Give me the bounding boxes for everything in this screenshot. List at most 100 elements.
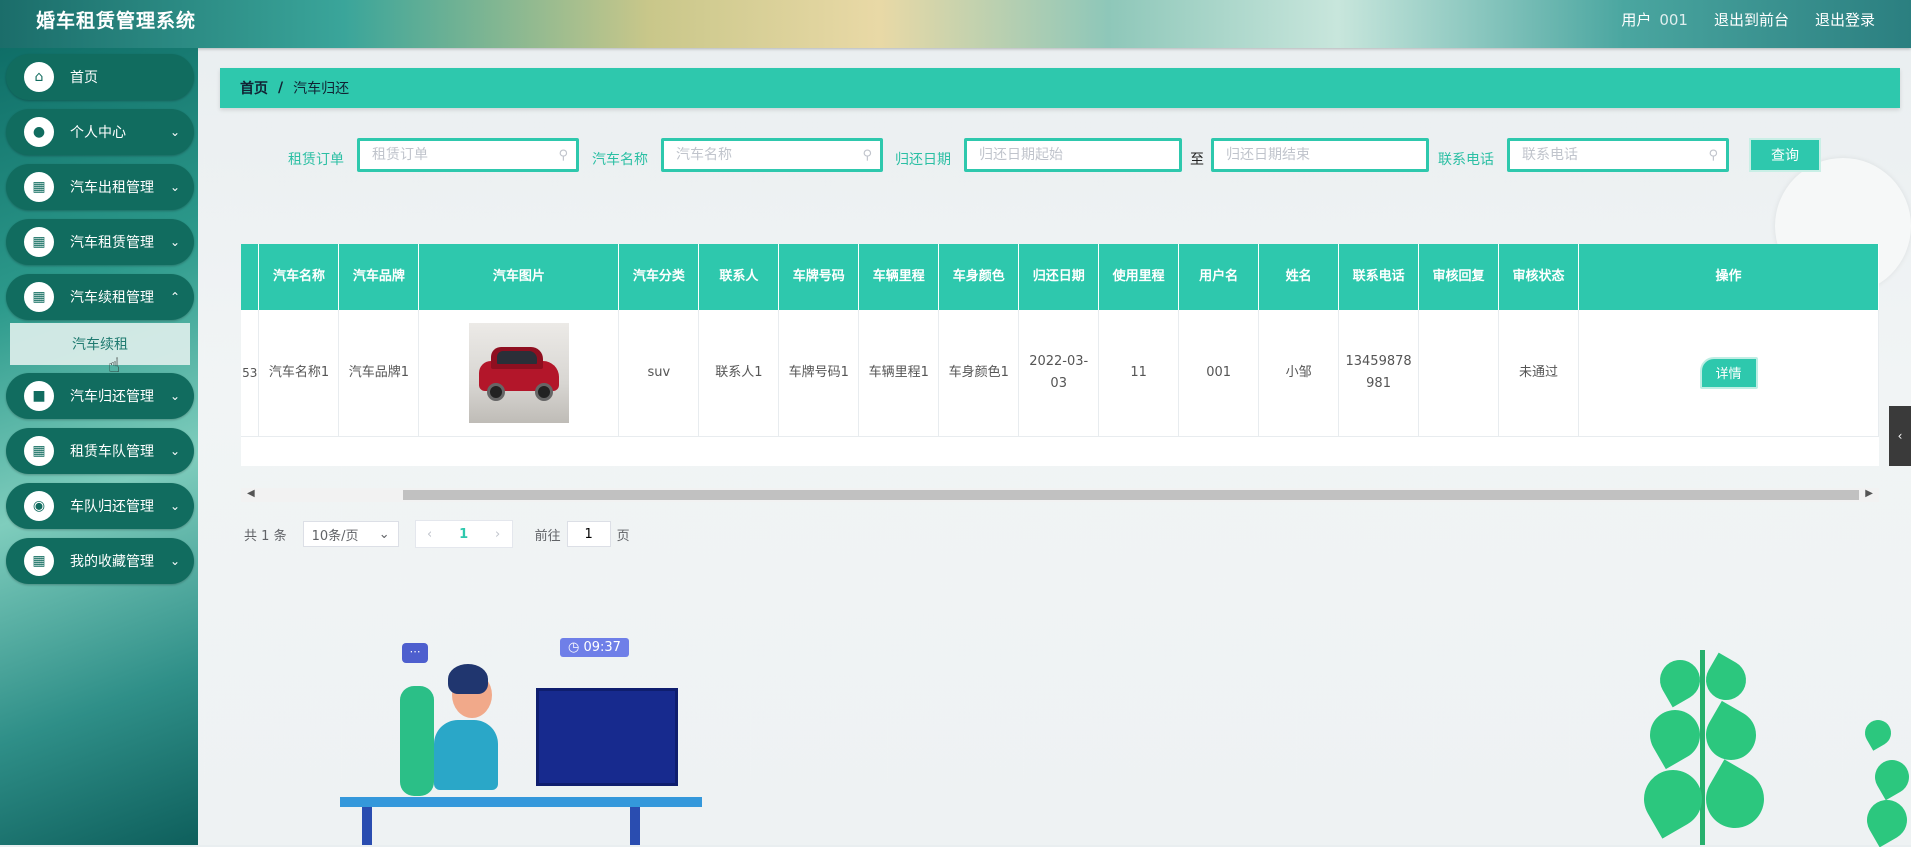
total-count: 1	[261, 528, 270, 544]
table-header: 审核回复	[1418, 244, 1500, 310]
detail-button[interactable]: 详情	[1699, 357, 1758, 389]
grid-icon: ▦	[24, 546, 54, 576]
user-icon: ●	[24, 117, 54, 147]
table-header: 汽车图片	[418, 244, 620, 310]
sidebar: ⌂ 首页 ● 个人中心 ⌄ ▦ 汽车出租管理 ⌄ ▦ 汽车租赁管理 ⌄ ▦ 汽车…	[0, 48, 198, 845]
next-page-button[interactable]: ›	[484, 527, 512, 542]
sidebar-item-label: 汽车租赁管理	[70, 235, 154, 251]
car-name-label: 汽车名称	[592, 152, 648, 168]
person-hair-illustration	[448, 664, 488, 694]
desk-leg-illustration	[362, 807, 372, 845]
table-header: 车牌号码	[778, 244, 860, 310]
user-info: 用户 001	[1621, 9, 1688, 30]
cell-car-brand: 汽车品牌1	[338, 310, 420, 437]
breadcrumb-current: 汽车归还	[293, 81, 350, 97]
chevron-down-icon: ⌄	[169, 389, 180, 403]
sidebar-item-label: 我的收藏管理	[70, 554, 154, 570]
date-end-input[interactable]	[1214, 141, 1426, 169]
plant-illustration-small	[1855, 700, 1911, 847]
car-wheel-rear	[534, 383, 553, 401]
goto-suffix: 页	[616, 528, 630, 544]
phone-label: 联系电话	[1438, 152, 1494, 168]
breadcrumb-separator: /	[278, 80, 284, 96]
time-badge: ◷ 09:37	[560, 638, 629, 657]
desk-leg-illustration	[630, 807, 640, 845]
sidebar-item-label: 个人中心	[70, 125, 126, 141]
chevron-down-icon: ⌄	[169, 125, 180, 139]
total-suffix: 条	[273, 528, 287, 544]
clock-icon: ◷	[568, 640, 580, 655]
table-header: 汽车品牌	[338, 244, 420, 310]
chevron-down-icon: ⌄	[378, 526, 390, 542]
user-value: 001	[1659, 11, 1688, 29]
table-header-row: 汽车名称 汽车品牌 汽车图片 汽车分类 联系人 车牌号码 车辆里程 车身颜色 归…	[241, 244, 1879, 310]
scroll-thumb[interactable]	[403, 490, 1859, 500]
table-header: 联系电话	[1338, 244, 1420, 310]
sidebar-item-label: 汽车归还管理	[70, 389, 154, 405]
chat-icon: ■	[24, 381, 54, 411]
date-start-input[interactable]	[967, 141, 1179, 169]
sidebar-subitem-car-renewal[interactable]: 汽车续租	[10, 323, 190, 365]
table-header-cut	[241, 244, 260, 310]
chat-bubble-icon: ⋯	[402, 643, 428, 663]
sidebar-item-car-return[interactable]: ■ 汽车归还管理 ⌄	[6, 373, 194, 419]
sidebar-item-label: 车队归还管理	[70, 499, 154, 515]
order-label: 租赁订单	[288, 152, 344, 168]
cell-used-mileage: 11	[1098, 310, 1180, 437]
grid-icon: ▦	[24, 436, 54, 466]
briefcase-icon: ▦	[24, 172, 54, 202]
grid-icon: ▦	[24, 227, 54, 257]
page-size-value: 10条/页	[311, 528, 359, 544]
sidebar-item-home[interactable]: ⌂ 首页	[6, 54, 194, 100]
cell-actions: 详情	[1578, 310, 1879, 437]
cell-plate: 车牌号码1	[778, 310, 860, 437]
table-header: 使用里程	[1098, 244, 1180, 310]
cell-mileage: 车辆里程1	[858, 310, 940, 437]
go-front-link[interactable]: 退出到前台	[1714, 9, 1789, 30]
chevron-down-icon: ⌄	[169, 235, 180, 249]
sidebar-item-car-rent-out[interactable]: ▦ 汽车出租管理 ⌄	[6, 164, 194, 210]
car-image	[468, 323, 569, 423]
search-icon: ⚲	[1708, 148, 1718, 163]
side-collapse-handle[interactable]: ‹	[1889, 406, 1911, 466]
plant-stem	[1700, 650, 1705, 845]
cell-car-category: suv	[618, 310, 700, 437]
breadcrumb-home[interactable]: 首页	[240, 78, 268, 98]
query-button[interactable]: 查询	[1749, 138, 1821, 172]
data-table: 汽车名称 汽车品牌 汽车图片 汽车分类 联系人 车牌号码 车辆里程 车身颜色 归…	[241, 244, 1879, 466]
scroll-left-icon[interactable]: ◀	[247, 488, 255, 499]
plant-leaf	[1868, 753, 1911, 801]
user-label: 用户	[1621, 11, 1652, 29]
prev-page-button[interactable]: ‹	[416, 527, 444, 542]
page-number-current[interactable]: 1	[444, 527, 484, 542]
date-start-field-wrap	[964, 138, 1182, 172]
goto-page-input[interactable]	[566, 521, 611, 547]
order-input[interactable]	[360, 141, 576, 169]
sidebar-item-favorites[interactable]: ▦ 我的收藏管理 ⌄	[6, 538, 194, 584]
pagination: 共 1 条 10条/页 ⌄ ‹ 1 › 前往 页	[244, 520, 630, 548]
app-title: 婚车租赁管理系统	[36, 10, 197, 32]
scroll-right-icon[interactable]: ▶	[1865, 488, 1873, 499]
plant-leaf	[1698, 652, 1754, 708]
sidebar-item-fleet-lease[interactable]: ▦ 租赁车队管理 ⌄	[6, 428, 194, 474]
sidebar-item-fleet-return[interactable]: ◉ 车队归还管理 ⌄	[6, 483, 194, 529]
table-horizontal-scrollbar[interactable]: ◀ ▶	[241, 488, 1879, 502]
cell-color: 车身颜色1	[938, 310, 1020, 437]
table-header: 汽车名称	[258, 244, 340, 310]
page-size-select[interactable]: 10条/页 ⌄	[302, 521, 399, 547]
table-header: 车身颜色	[938, 244, 1020, 310]
plant-leaf	[1860, 715, 1896, 751]
sidebar-item-personal-center[interactable]: ● 个人中心 ⌄	[6, 109, 194, 155]
sidebar-item-label: 首页	[70, 70, 98, 86]
cell-phone: 13459878981	[1338, 310, 1420, 437]
sidebar-item-car-lease[interactable]: ▦ 汽车租赁管理 ⌄	[6, 219, 194, 265]
logout-link[interactable]: 退出登录	[1815, 9, 1875, 30]
phone-input[interactable]	[1510, 141, 1726, 169]
cell-name: 小邹	[1258, 310, 1340, 437]
chevron-down-icon: ⌄	[169, 180, 180, 194]
pagination-total: 共 1 条	[244, 525, 287, 544]
sidebar-item-car-renewal[interactable]: ▦ 汽车续租管理 ⌃	[6, 274, 194, 320]
car-name-input[interactable]	[664, 141, 880, 169]
plant-leaf	[1640, 700, 1710, 770]
plant-leaf	[1859, 792, 1911, 847]
